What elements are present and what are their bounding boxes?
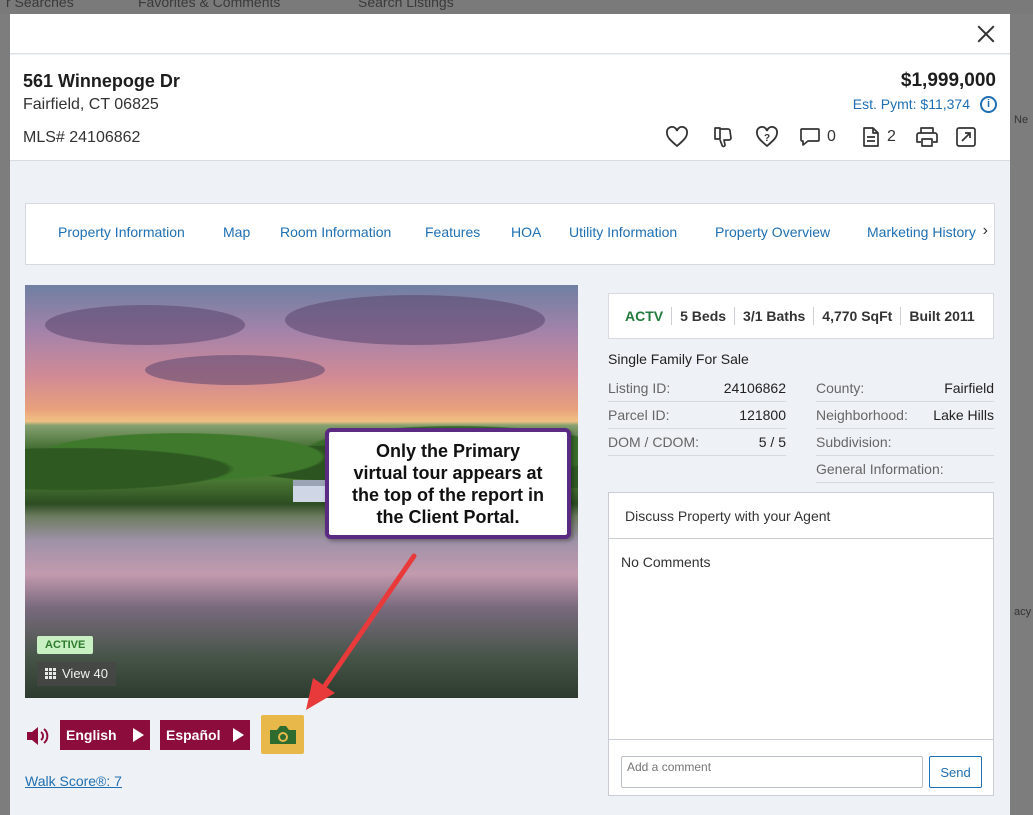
detail-label: DOM / CDOM: — [608, 434, 699, 450]
tab-room-information[interactable]: Room Information — [280, 224, 391, 240]
speaker-icon[interactable] — [25, 725, 51, 747]
address-line-1: 561 Winnepoge Dr — [23, 71, 180, 91]
estimated-payment-link[interactable]: Est. Pymt: $11,374 — [853, 96, 970, 112]
info-icon[interactable]: i — [980, 96, 997, 113]
detail-label: General Information: — [816, 461, 944, 477]
tab-features[interactable]: Features — [425, 224, 480, 240]
no-comments-text: No Comments — [621, 554, 711, 570]
detail-value: 121800 — [739, 407, 786, 423]
detail-row: Neighborhood: Lake Hills — [816, 403, 994, 429]
virtual-tour-button[interactable] — [261, 715, 304, 754]
detail-value: 24106862 — [723, 380, 786, 396]
list-price: $1,999,000 — [900, 70, 996, 91]
background-nav: r Searches Favorites & Comments Search L… — [0, 0, 1033, 14]
documents-action[interactable]: 2 — [861, 125, 896, 149]
heart-question-icon[interactable]: ? — [755, 125, 779, 149]
action-icons: ? 0 2 — [665, 125, 985, 149]
listing-stats-bar: ACTV 5 Beds 3/1 Baths 4,770 SqFt Built 2… — [608, 293, 994, 339]
discuss-title: Discuss Property with your Agent — [625, 508, 831, 524]
section-tabs: Property Information Map Room Informatio… — [25, 203, 995, 265]
comments-action[interactable]: 0 — [799, 125, 836, 149]
detail-row: DOM / CDOM: 5 / 5 — [608, 430, 786, 456]
detail-value: Fairfield — [944, 380, 994, 396]
stat-status: ACTV — [625, 308, 664, 324]
virtual-tour-camera-icon — [269, 725, 296, 744]
detail-value: Lake Hills — [933, 407, 994, 423]
tabs-scroll-area: Property Information Map Room Informatio… — [26, 204, 976, 264]
tab-marketing-history[interactable]: Marketing History — [867, 224, 976, 240]
property-header: 561 Winnepoge Dr Fairfield, CT 06825 MLS… — [10, 55, 1010, 161]
document-count: 2 — [887, 128, 896, 145]
detail-row: Subdivision: — [816, 430, 994, 456]
tab-map[interactable]: Map — [223, 224, 250, 240]
discuss-header: Discuss Property with your Agent — [609, 493, 993, 539]
annotation-text: Only the Primary virtual tour appears at… — [352, 440, 544, 527]
tab-property-information[interactable]: Property Information — [58, 224, 185, 240]
thumbs-down-icon[interactable] — [711, 125, 735, 149]
view-photos-button[interactable]: View 40 — [37, 662, 117, 686]
comment-bubble-icon — [800, 128, 820, 146]
background-left-strip — [0, 14, 10, 815]
stat-beds: 5 Beds — [671, 307, 734, 325]
bg-side-text-1: Ne — [1014, 114, 1029, 126]
document-icon — [863, 127, 879, 147]
detail-row: Parcel ID: 121800 — [608, 403, 786, 429]
close-icon[interactable] — [974, 22, 998, 46]
photo-cloud — [45, 305, 245, 345]
property-modal: 561 Winnepoge Dr Fairfield, CT 06825 MLS… — [10, 14, 1010, 815]
detail-value: 5 / 5 — [758, 434, 786, 450]
property-type: Single Family For Sale — [608, 351, 749, 367]
status-badge: ACTIVE — [37, 636, 94, 654]
annotation-callout: Only the Primary virtual tour appears at… — [325, 428, 571, 539]
bg-side-text-2: acy — [1014, 606, 1032, 618]
modal-top-bar — [10, 14, 1010, 54]
stat-year-built: Built 2011 — [900, 307, 982, 325]
detail-row: General Information: — [816, 457, 994, 483]
share-image-icon[interactable] — [955, 125, 977, 149]
detail-label: Subdivision: — [816, 434, 892, 450]
print-icon[interactable] — [915, 125, 939, 149]
comment-count: 0 — [827, 128, 836, 145]
send-button[interactable]: Send — [929, 756, 982, 788]
favorite-heart-icon[interactable] — [665, 125, 689, 149]
play-icon — [133, 728, 144, 742]
bg-nav-favorites: Favorites & Comments — [138, 0, 281, 10]
chevron-right-icon[interactable]: › — [983, 222, 988, 240]
english-audio-tour-button[interactable]: English — [60, 720, 150, 750]
discuss-panel: Discuss Property with your Agent No Comm… — [608, 492, 994, 796]
detail-label: County: — [816, 380, 865, 396]
english-label: English — [66, 727, 117, 743]
address-line-2: Fairfield, CT 06825 — [23, 96, 159, 113]
detail-row: Listing ID: 24106862 — [608, 376, 786, 402]
tab-property-overview[interactable]: Property Overview — [715, 224, 830, 240]
tab-utility-information[interactable]: Utility Information — [569, 224, 677, 240]
detail-label: Parcel ID: — [608, 407, 670, 423]
comment-input[interactable] — [621, 756, 923, 788]
background-right-strip: Ne acy — [1010, 14, 1033, 815]
detail-row: County: Fairfield — [816, 376, 994, 402]
tab-hoa[interactable]: HOA — [511, 224, 541, 240]
detail-label: Neighborhood: — [816, 407, 908, 423]
stat-baths: 3/1 Baths — [734, 307, 813, 325]
svg-text:?: ? — [764, 133, 770, 144]
photo-cloud — [285, 295, 545, 345]
bg-nav-searches: r Searches — [6, 0, 74, 10]
view-photos-label: View 40 — [62, 666, 109, 681]
comment-composer: Send — [609, 739, 993, 795]
bg-nav-search-listings: Search Listings — [358, 0, 454, 10]
grid-icon — [45, 668, 56, 679]
play-icon — [233, 728, 244, 742]
spanish-audio-tour-button[interactable]: Español — [160, 720, 250, 750]
spanish-label: Español — [166, 727, 221, 743]
photo-cloud — [145, 355, 325, 385]
detail-label: Listing ID: — [608, 380, 671, 396]
mls-number: MLS# 24106862 — [23, 129, 141, 146]
stat-sqft: 4,770 SqFt — [813, 307, 900, 325]
walk-score-link[interactable]: Walk Score®: 7 — [25, 773, 122, 789]
